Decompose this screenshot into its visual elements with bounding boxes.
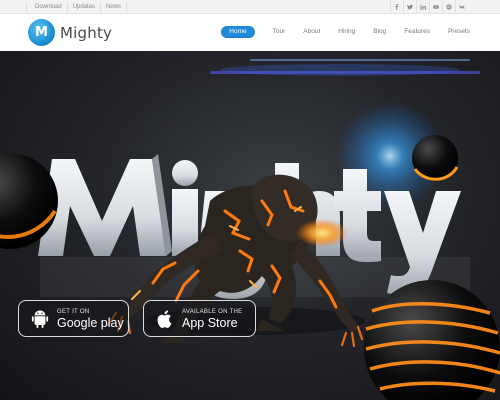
- google-play-button[interactable]: GET IT ON Google play: [18, 300, 129, 337]
- site-logo[interactable]: M Mighty: [28, 19, 112, 46]
- twitter-icon[interactable]: [403, 0, 416, 14]
- nav-item-blog[interactable]: Blog: [373, 26, 386, 38]
- facebook-icon[interactable]: [390, 0, 403, 14]
- nav-item-about[interactable]: About: [303, 26, 320, 38]
- nav-item-features[interactable]: Features: [404, 26, 430, 38]
- linkedin-icon[interactable]: [416, 0, 429, 14]
- logo-letter: M: [35, 25, 48, 40]
- app-store-button[interactable]: AVAILABLE ON THE App Store: [143, 300, 256, 337]
- google-play-small-label: GET IT ON: [57, 308, 90, 315]
- logo-text: Mighty: [60, 23, 113, 42]
- top-links: Download Updates News: [26, 2, 128, 12]
- site-header: M Mighty Home Tour About Hiring Blog Fea…: [0, 14, 500, 51]
- google-play-big-label: Google play: [57, 315, 124, 330]
- main-nav: Home Tour About Hiring Blog Features Pre…: [221, 26, 470, 38]
- nav-item-tour[interactable]: Tour: [273, 26, 286, 38]
- top-link-download[interactable]: Download: [26, 2, 68, 12]
- top-link-updates[interactable]: Updates: [68, 2, 102, 12]
- app-store-small-label: AVAILABLE ON THE: [182, 308, 243, 315]
- nav-item-home[interactable]: Home: [221, 26, 255, 38]
- social-links: [390, 0, 468, 14]
- hero-artwork: [0, 59, 500, 400]
- app-store-text: AVAILABLE ON THE App Store: [182, 308, 243, 330]
- top-link-news[interactable]: News: [101, 2, 128, 12]
- hero-banner: GET IT ON Google play AVAILABLE ON THE A…: [0, 51, 500, 400]
- youtube-icon[interactable]: [429, 0, 442, 14]
- apple-icon: [157, 309, 172, 328]
- google-play-text: GET IT ON Google play: [57, 308, 124, 330]
- vk-icon[interactable]: [455, 0, 468, 14]
- android-icon: [31, 310, 49, 328]
- nav-item-hiring[interactable]: Hiring: [338, 26, 355, 38]
- nav-item-presets[interactable]: Presets: [448, 26, 470, 38]
- dribbble-icon[interactable]: [442, 0, 455, 14]
- top-utility-bar: Download Updates News: [0, 0, 500, 14]
- logo-mark-icon: M: [28, 19, 55, 46]
- app-store-big-label: App Store: [182, 315, 238, 330]
